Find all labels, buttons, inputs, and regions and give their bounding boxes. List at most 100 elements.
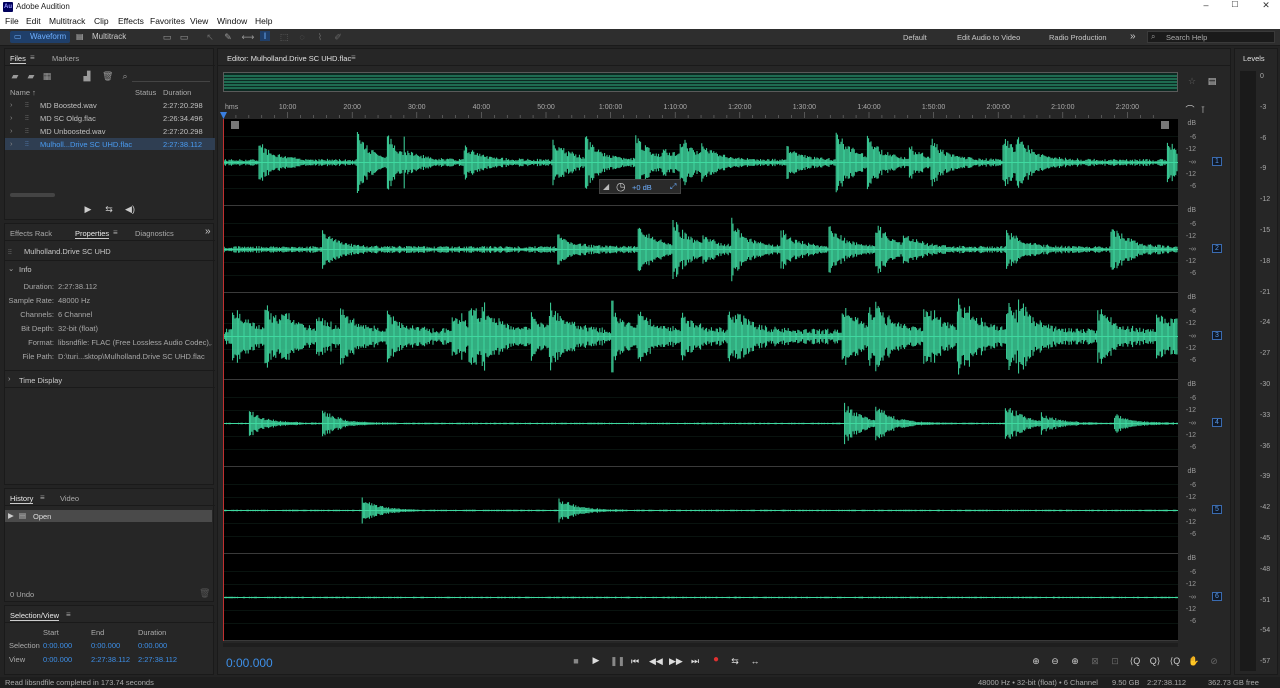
view-duration-field[interactable]: 2:27:38.112 [138, 655, 177, 664]
pause-icon[interactable]: ❚❚ [610, 656, 625, 666]
menu-window[interactable]: Window [217, 16, 247, 26]
skip-selection-icon[interactable]: ↔ [749, 656, 761, 666]
editor-options-icon[interactable]: ▤ [1206, 76, 1218, 86]
tab-effects-rack[interactable]: Effects Rack [10, 229, 52, 238]
tab-diagnostics[interactable]: Diagnostics [135, 229, 174, 238]
zoom-options-icon[interactable]: ⊘ [1208, 656, 1220, 666]
multitrack-view-button[interactable]: ▤ Multitrack [76, 31, 136, 43]
spectral-display-icon[interactable]: ▭ [161, 32, 173, 42]
search-help-box[interactable]: ⌕ Search Help [1147, 31, 1275, 43]
move-tool-icon[interactable]: ↖ [204, 32, 216, 42]
view-start-field[interactable]: 0:00.000 [43, 655, 72, 664]
go-to-start-icon[interactable]: ⏮ [629, 656, 641, 666]
workspace-edit-audio-to-video[interactable]: Edit Audio to Video [957, 33, 1020, 42]
expand-icon[interactable]: › [10, 126, 13, 135]
menu-multitrack[interactable]: Multitrack [49, 16, 85, 26]
delete-file-icon[interactable]: 🗑 [102, 71, 113, 81]
import-file-icon[interactable]: ▰ [26, 71, 36, 81]
snap-icon[interactable]: ⌒ [1185, 105, 1195, 115]
waveform-overview[interactable] [223, 72, 1178, 92]
menu-view[interactable]: View [190, 16, 208, 26]
channel-toggle-button[interactable]: 6 [1212, 591, 1222, 601]
tab-properties[interactable]: Properties [75, 229, 110, 239]
stop-icon[interactable]: ■ [570, 656, 582, 666]
new-file-icon[interactable]: ▦ [42, 71, 52, 81]
tab-video[interactable]: Video [60, 494, 79, 503]
properties-menu-icon[interactable]: ≡ [113, 228, 118, 237]
hud-volume-value[interactable]: +0 dB [632, 183, 652, 192]
pin-icon[interactable]: ⊺ [1198, 105, 1208, 115]
menu-help[interactable]: Help [255, 16, 272, 26]
time-ruler[interactable]: hms 10:00 20:00 30:00 40:00 50:00 1:00:00 1:10… [223, 102, 1178, 118]
column-status[interactable]: Status [135, 88, 156, 97]
file-row[interactable]: › ⫶⫶ MD Boosted.wav 2:27:20.298 [5, 99, 215, 111]
time-display-header[interactable]: Time Display [19, 376, 62, 385]
more-workspaces-icon[interactable]: » [1130, 31, 1136, 42]
menu-file[interactable]: File [5, 16, 19, 26]
loop-playback-icon[interactable]: ⇆ [103, 204, 115, 214]
record-icon[interactable]: ● [710, 655, 722, 665]
info-header[interactable]: Info [19, 265, 32, 274]
delete-history-icon[interactable]: 🗑 [199, 588, 210, 598]
files-horizontal-scrollbar[interactable] [10, 193, 55, 197]
file-search-input[interactable] [132, 71, 210, 82]
selection-end-field[interactable]: 0:00.000 [91, 641, 120, 650]
slip-tool-icon[interactable]: ⟷ [241, 32, 255, 42]
zoom-selection-icon[interactable]: ⊡ [1109, 656, 1121, 666]
info-collapse-icon[interactable]: ⌄ [8, 264, 14, 273]
column-duration[interactable]: Duration [163, 88, 191, 97]
menu-favorites[interactable]: Favorites [150, 16, 185, 26]
zoom-out-full-icon[interactable]: ⊠ [1089, 656, 1101, 666]
expand-icon[interactable]: › [10, 100, 13, 109]
channel-toggle-button[interactable]: 4 [1212, 417, 1222, 427]
go-to-end-icon[interactable]: ⏭ [689, 656, 701, 666]
zoom-favorite-icon[interactable]: ☆ [1186, 76, 1198, 86]
selection-menu-icon[interactable]: ≡ [66, 610, 71, 619]
open-file-icon[interactable]: ▰ [10, 71, 20, 81]
waveform-area[interactable]: ◢ ◷ +0 dB ⤢ [223, 119, 1178, 641]
hand-tool-icon[interactable]: ✋ [1188, 656, 1200, 666]
channel-toggle-button[interactable]: 1 [1212, 156, 1222, 166]
menu-effects[interactable]: Effects [118, 16, 144, 26]
hud-knob-icon[interactable]: ◷ [616, 180, 626, 193]
marquee-tool-icon[interactable]: ⬚ [278, 32, 290, 42]
file-row[interactable]: › ⫶⫶ MD Unboosted.wav 2:27:20.298 [5, 125, 215, 137]
workspace-default[interactable]: Default [903, 33, 927, 42]
search-help-input[interactable]: Search Help [1166, 33, 1207, 42]
filter-search-icon[interactable]: ⌕ [120, 71, 130, 81]
current-time-display[interactable]: 0:00.000 [226, 656, 273, 670]
view-end-field[interactable]: 2:27:38.112 [91, 655, 130, 664]
lasso-tool-icon[interactable]: ◌ [296, 32, 308, 42]
tab-files[interactable]: Files [10, 54, 26, 64]
play-icon[interactable]: ▶ [83, 204, 93, 214]
history-menu-icon[interactable]: ≡ [40, 493, 45, 502]
time-display-expand-icon[interactable]: › [8, 374, 11, 383]
rewind-icon[interactable]: ◀◀ [649, 656, 663, 666]
channel-toggle-button[interactable]: 2 [1212, 243, 1222, 253]
zoom-out-amplitude-icon[interactable]: ⊖ [1049, 656, 1061, 666]
menu-clip[interactable]: Clip [94, 16, 109, 26]
zoom-in-amplitude-icon[interactable]: ⊕ [1030, 656, 1042, 666]
expand-icon[interactable]: › [10, 113, 13, 122]
selection-start-field[interactable]: 0:00.000 [43, 641, 72, 650]
horizontal-scrollbar[interactable] [223, 643, 1178, 647]
history-item[interactable]: ▶ ▤ Open [5, 510, 212, 522]
close-icon[interactable]: ✕ [1256, 0, 1276, 11]
right-handle-icon[interactable] [1161, 121, 1169, 129]
time-selection-tool-icon[interactable]: I [260, 31, 270, 41]
minimize-icon[interactable]: – [1196, 0, 1216, 10]
expand-icon[interactable]: › [10, 139, 13, 148]
left-handle-icon[interactable] [231, 121, 239, 129]
file-row[interactable]: › ⫶⫶ MD SC Oldg.flac 2:26:34.496 [5, 112, 215, 124]
files-menu-icon[interactable]: ≡ [30, 53, 35, 62]
editor-title[interactable]: Editor: Mulholland.Drive SC UHD.flac [227, 54, 351, 63]
fast-forward-icon[interactable]: ▶▶ [669, 656, 683, 666]
zoom-out-point-icon[interactable]: Q⟩ [1148, 656, 1162, 666]
column-name[interactable]: Name ↑ [10, 88, 36, 97]
editor-menu-icon[interactable]: ≡ [351, 53, 356, 62]
zoom-in-point-icon[interactable]: ⟨Q [1128, 656, 1142, 666]
hud-volume[interactable]: ◢ ◷ +0 dB ⤢ [599, 179, 681, 194]
spectral-pitch-icon[interactable]: ▭ [178, 32, 190, 42]
maximize-icon[interactable]: ☐ [1225, 0, 1245, 9]
panel-overflow-icon[interactable]: » [205, 226, 211, 237]
